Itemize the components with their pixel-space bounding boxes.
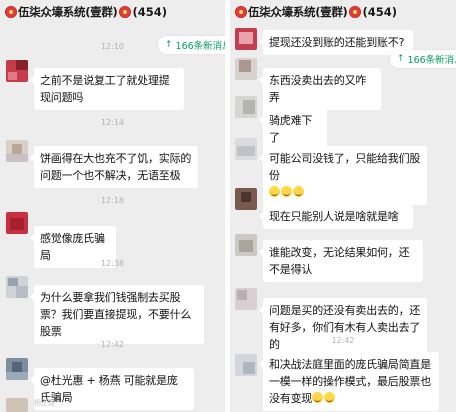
flower-emoji-icon <box>348 6 361 18</box>
message-text: 可能公司没钱了，只能给我们股份 <box>269 152 421 182</box>
message-bubble: @杜光惠 + 杨燕 可能就是庞氏骗局 <box>30 368 194 410</box>
avatar[interactable] <box>235 188 257 210</box>
avatar[interactable] <box>235 58 257 80</box>
message-bubble: 提现还没到账的还能到账不? <box>259 30 413 55</box>
smiley-emoji-icon <box>281 186 292 197</box>
member-count: (454) <box>132 5 168 19</box>
smiley-emoji-icon <box>324 392 336 403</box>
smiley-emoji-icon <box>269 186 280 197</box>
group-title: 伍柒众壕系统(壹群) <box>18 5 118 19</box>
smiley-emoji-icon <box>312 392 324 403</box>
avatar[interactable] <box>235 96 257 118</box>
timestamp: 12:10 <box>100 42 125 51</box>
avatar[interactable] <box>6 60 28 82</box>
message-bubble: 问题是买的还没有卖出去的，还有好多，你们有木有人卖出去了的 <box>259 298 427 357</box>
message-bubble: 现在只能别人说是啥就是啥 <box>259 204 413 229</box>
message-bubble: 东西没卖出去的又咋弄 <box>259 68 381 110</box>
timestamp: 12:42 <box>100 340 125 349</box>
message-bubble: 饼画得在大也充不了饥，实际的问题一个也不解决，无语至极 <box>30 146 198 188</box>
new-messages-pill[interactable]: ↑ 166条新消息 <box>390 50 456 68</box>
group-title: 伍柒众壕系统(壹群) <box>248 5 348 19</box>
avatar[interactable] <box>6 140 28 162</box>
avatar[interactable] <box>235 354 257 376</box>
member-count: (454) <box>362 5 398 19</box>
timestamp: 12:14 <box>100 118 125 127</box>
message-bubble: 之前不是说复工了就处理提现问题吗 <box>30 68 184 110</box>
timestamp: 12:18 <box>100 196 125 205</box>
chat-screenshot-right: 伍柒众壕系统(壹群) (454) 提现还没到账的还能到账不? ↑ 166条新消息… <box>230 0 456 412</box>
chat-screenshot-left: 伍柒众壕系统(壹群) (454) ↑ 166条新消息 12:10 之前不是说复工… <box>0 0 225 412</box>
message-bubble: 为什么要拿我们钱强制去买股票？我们要直接提现，不要什么股票 <box>30 285 204 344</box>
timestamp: 12:38 <box>100 259 125 268</box>
timestamp: 12:42 <box>331 336 355 345</box>
chat-header[interactable]: 伍柒众壕系统(壹群) (454) <box>230 0 456 24</box>
chat-header[interactable]: 伍柒众壕系统(壹群) (454) <box>0 0 225 24</box>
message-text: 和决战法庭里面的庞氏骗局简直是一模一样的操作模式，最后股票也没有变现 <box>269 358 431 405</box>
avatar[interactable] <box>235 288 257 310</box>
avatar[interactable] <box>235 138 257 160</box>
avatar[interactable] <box>235 234 257 256</box>
new-messages-label: 166条新消息 <box>407 55 456 66</box>
avatar[interactable] <box>6 398 28 412</box>
message-bubble: 谁能改变，无论结果如何，还不是得认 <box>259 240 423 282</box>
message-bubble: 可能公司没钱了，只能给我们股份 <box>259 146 427 205</box>
message-bubble: 和决战法庭里面的庞氏骗局简直是一模一样的操作模式，最后股票也没有变现 <box>259 352 439 411</box>
flower-emoji-icon <box>235 6 247 18</box>
avatar[interactable] <box>235 28 257 50</box>
avatar[interactable] <box>6 212 28 234</box>
avatar[interactable] <box>6 358 28 380</box>
smiley-emoji-icon <box>293 186 304 197</box>
up-arrow-icon: ↑ <box>397 54 405 64</box>
message-bubble: 骑虎难下了 <box>259 108 327 150</box>
flower-emoji-icon <box>5 6 17 18</box>
sender-name: 杨正斌 <box>34 399 55 407</box>
avatar[interactable] <box>6 276 28 298</box>
flower-emoji-icon <box>118 6 131 18</box>
